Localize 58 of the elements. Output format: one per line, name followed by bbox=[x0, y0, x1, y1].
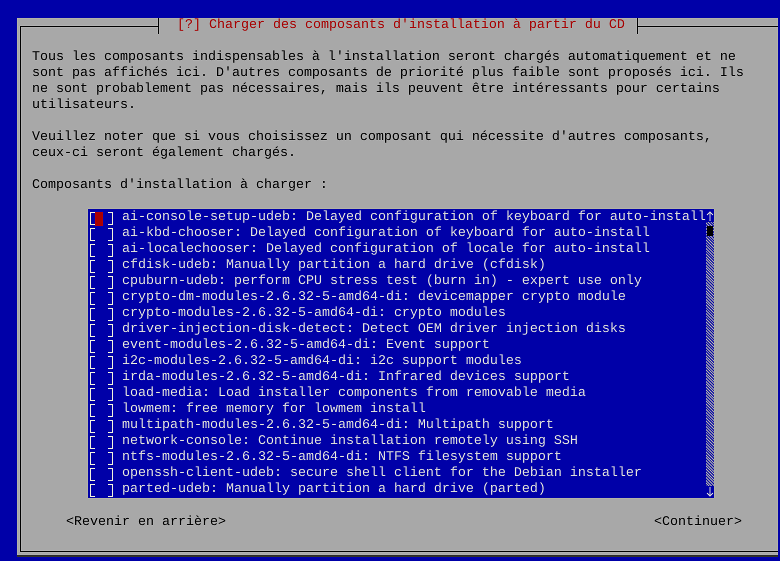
checkbox[interactable] bbox=[90, 436, 113, 448]
checkbox[interactable] bbox=[90, 292, 113, 304]
item-label: irda-modules-2.6.32-5-amd64-di: Infrared devices support bbox=[122, 370, 570, 386]
scrollbar[interactable] bbox=[706, 210, 714, 498]
checkbox[interactable] bbox=[90, 244, 113, 256]
item-label: cfdisk-udeb: Manually partition a hard drive (cfdisk) bbox=[122, 258, 546, 274]
checkbox[interactable] bbox=[90, 452, 113, 464]
list-item[interactable]: lowmem: free memory for lowmem install bbox=[90, 402, 706, 418]
item-label: ntfs-modules-2.6.32-5-amd64-di: NTFS filesystem support bbox=[122, 450, 562, 466]
list-item[interactable]: crypto-dm-modules-2.6.32-5-amd64-di: devicemapper crypto module bbox=[90, 290, 706, 306]
scroll-thumb[interactable] bbox=[707, 226, 713, 236]
list-item[interactable]: cfdisk-udeb: Manually partition a hard drive (cfdisk) bbox=[90, 258, 706, 274]
list-item[interactable]: openssh-client-udeb: secure shell client for the Debian installer bbox=[90, 466, 706, 482]
list-item[interactable]: driver-injection-disk-detect: Detect OEM driver injection disks bbox=[90, 322, 706, 338]
checkbox[interactable] bbox=[90, 420, 113, 432]
list-item[interactable]: load-media: Load installer components from removable media bbox=[90, 386, 706, 402]
checkbox[interactable] bbox=[90, 468, 113, 480]
item-label: cpuburn-udeb: perform CPU stress test (burn in) - expert use only bbox=[122, 274, 642, 290]
checkbox[interactable] bbox=[90, 276, 113, 288]
checkbox[interactable] bbox=[90, 308, 113, 320]
item-label: driver-injection-disk-detect: Detect OEM driver injection disks bbox=[122, 322, 626, 338]
checkbox[interactable] bbox=[90, 260, 113, 272]
paragraph: Tous les composants indispensables à l'installation seront chargés automatiquement et ne sont pas affichés ici. D'autres composants de priorité plus faible sont proposés ici. Ils ne sont probablement pas nécessaires, mais ils peuvent être intéressants pour certains utilisateurs. bbox=[32, 50, 745, 114]
list-item[interactable]: parted-udeb: Manually partition a hard drive (parted) bbox=[90, 482, 706, 498]
list-item[interactable]: cpuburn-udeb: perform CPU stress test (burn in) - expert use only bbox=[90, 274, 706, 290]
checkbox[interactable] bbox=[90, 484, 113, 496]
item-label: parted-udeb: Manually partition a hard drive (parted) bbox=[122, 482, 546, 498]
item-label: i2c-modules-2.6.32-5-amd64-di: i2c support modules bbox=[122, 354, 522, 370]
checkbox[interactable] bbox=[90, 356, 113, 368]
item-label: crypto-modules-2.6.32-5-amd64-di: crypto modules bbox=[122, 306, 506, 322]
list-item[interactable]: ntfs-modules-2.6.32-5-amd64-di: NTFS filesystem support bbox=[90, 450, 706, 466]
checkbox[interactable] bbox=[90, 228, 113, 240]
item-label: multipath-modules-2.6.32-5-amd64-di: Multipath support bbox=[122, 418, 554, 434]
list-item[interactable]: i2c-modules-2.6.32-5-amd64-di: i2c support modules bbox=[90, 354, 706, 370]
checkbox[interactable] bbox=[90, 212, 113, 224]
item-label: event-modules-2.6.32-5-amd64-di: Event support bbox=[122, 338, 490, 354]
checkbox[interactable] bbox=[90, 324, 113, 336]
list-item[interactable]: irda-modules-2.6.32-5-amd64-di: Infrared devices support bbox=[90, 370, 706, 386]
checkbox[interactable] bbox=[90, 388, 113, 400]
scroll-down-icon[interactable] bbox=[706, 486, 714, 498]
item-label: openssh-client-udeb: secure shell client for the Debian installer bbox=[122, 466, 642, 482]
item-label: crypto-dm-modules-2.6.32-5-amd64-di: devicemapper crypto module bbox=[122, 290, 626, 306]
item-label: load-media: Load installer components from removable media bbox=[122, 386, 586, 402]
list-item[interactable]: crypto-modules-2.6.32-5-amd64-di: crypto modules bbox=[90, 306, 706, 322]
list-item[interactable]: multipath-modules-2.6.32-5-amd64-di: Multipath support bbox=[90, 418, 706, 434]
list-item[interactable]: network-console: Continue installation remotely using SSH bbox=[90, 434, 706, 450]
checkbox[interactable] bbox=[90, 372, 113, 384]
checkbox[interactable] bbox=[90, 404, 113, 416]
list-item[interactable]: event-modules-2.6.32-5-amd64-di: Event support bbox=[90, 338, 706, 354]
back-button[interactable]: <Revenir en arrière> bbox=[66, 515, 226, 531]
item-label: lowmem: free memory for lowmem install bbox=[122, 402, 426, 418]
paragraph: Veuillez noter que si vous choisissez un composant qui nécessite d'autres composants, ceux-ci seront également chargés. bbox=[32, 130, 713, 162]
list-label: Composants d'installation à charger : bbox=[32, 178, 329, 194]
dialog-title: [?] Charger des composants d'installation à partir du CD bbox=[158, 18, 638, 34]
scroll-up-icon[interactable] bbox=[706, 210, 714, 222]
item-label: network-console: Continue installation remotely using SSH bbox=[122, 434, 578, 450]
continue-button[interactable]: <Continuer> bbox=[654, 515, 742, 531]
checkbox[interactable] bbox=[90, 340, 113, 352]
